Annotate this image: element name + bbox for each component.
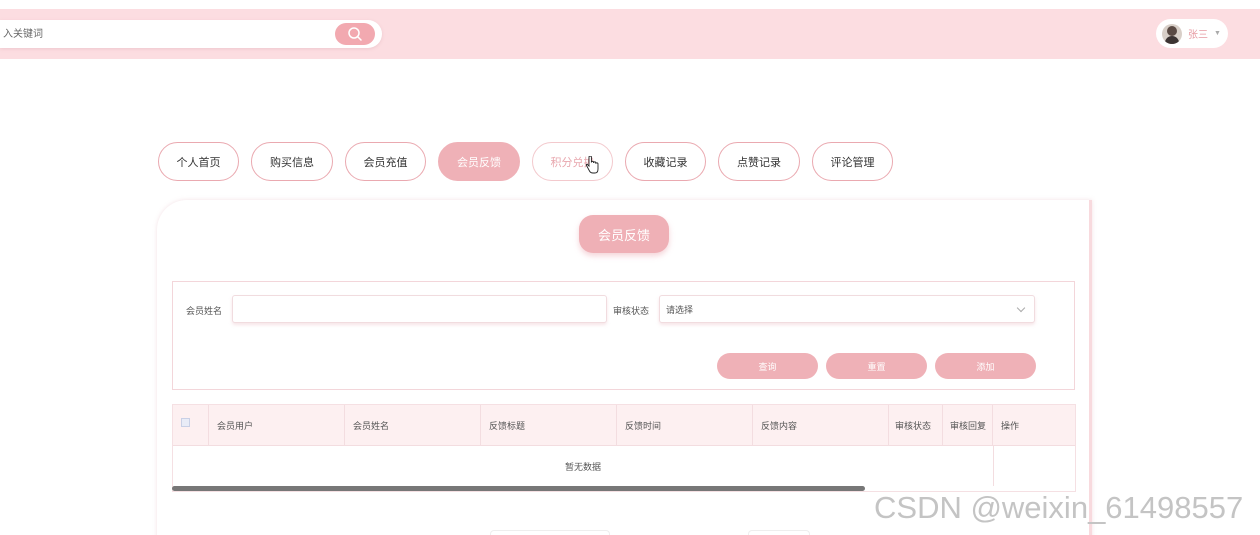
- add-button[interactable]: 添加: [935, 353, 1036, 379]
- audit-status-select[interactable]: 请选择: [659, 295, 1035, 323]
- tab-likes[interactable]: 点赞记录: [718, 142, 800, 181]
- search-box: [0, 20, 382, 48]
- col-audit-status[interactable]: 审核状态: [889, 405, 943, 446]
- actions-column: [993, 446, 1075, 486]
- page: 张三 ▼ 个人首页 购买信息 会员充值 会员反馈 积分兑换 收藏记录 点赞记录 …: [0, 0, 1260, 535]
- tab-member-feedback[interactable]: 会员反馈: [438, 142, 520, 181]
- empty-state: 暂无数据: [564, 461, 601, 472]
- tab-points-exchange[interactable]: 积分兑换: [532, 142, 613, 181]
- col-member-user[interactable]: 会员用户: [209, 405, 345, 446]
- tab-favorites[interactable]: 收藏记录: [625, 142, 706, 181]
- user-name: 张三: [1188, 30, 1208, 41]
- page-title: 会员反馈: [579, 215, 669, 253]
- audit-status-label: 审核状态: [613, 306, 650, 316]
- watermark: CSDN @weixin_61498557: [874, 490, 1244, 525]
- select-all-cell: [173, 405, 209, 446]
- tab-member-recharge[interactable]: 会员充值: [345, 142, 426, 181]
- select-all-checkbox[interactable]: [181, 418, 190, 427]
- table-header: 会员用户 会员姓名 反馈标题 反馈时间 反馈内容 审核状态 审核回复 操作: [173, 405, 1075, 446]
- col-actions: 操作: [1001, 421, 1020, 431]
- audit-status-placeholder: 请选择: [666, 304, 694, 315]
- tab-comments[interactable]: 评论管理: [812, 142, 893, 181]
- hand-cursor-icon: [585, 156, 599, 174]
- member-name-label: 会员姓名: [186, 306, 223, 316]
- header-bar: 张三 ▼: [0, 9, 1260, 59]
- user-center-nav: 个人首页 购买信息 会员充值 会员反馈 积分兑换 收藏记录 点赞记录 评论管理: [158, 142, 893, 182]
- user-menu[interactable]: 张三 ▼: [1156, 19, 1228, 48]
- search-input[interactable]: [0, 20, 330, 48]
- query-button[interactable]: 查询: [717, 353, 818, 379]
- top-strip: [0, 0, 1260, 9]
- chevron-down-icon: ▼: [1214, 30, 1221, 37]
- chevron-down-icon: [1016, 303, 1026, 313]
- col-feedback-time[interactable]: 反馈时间: [617, 405, 753, 446]
- avatar: [1162, 23, 1182, 44]
- feedback-table: 会员用户 会员姓名 反馈标题 反馈时间 反馈内容 审核状态 审核回复 操作 暂无…: [172, 404, 1076, 492]
- member-name-input[interactable]: [232, 295, 607, 323]
- tab-purchase-info[interactable]: 购买信息: [251, 142, 333, 181]
- horizontal-scrollbar[interactable]: [172, 486, 865, 491]
- col-audit-reply[interactable]: 审核回复: [943, 405, 993, 446]
- pagination: [490, 530, 610, 535]
- col-feedback-content[interactable]: 反馈内容: [753, 405, 889, 446]
- col-member-name[interactable]: 会员姓名: [345, 405, 481, 446]
- pagination-control[interactable]: [748, 530, 810, 535]
- col-feedback-title[interactable]: 反馈标题: [481, 405, 617, 446]
- reset-button[interactable]: 重置: [826, 353, 927, 379]
- tab-personal-home[interactable]: 个人首页: [158, 142, 239, 181]
- search-icon: [348, 27, 362, 41]
- search-button[interactable]: [335, 23, 375, 45]
